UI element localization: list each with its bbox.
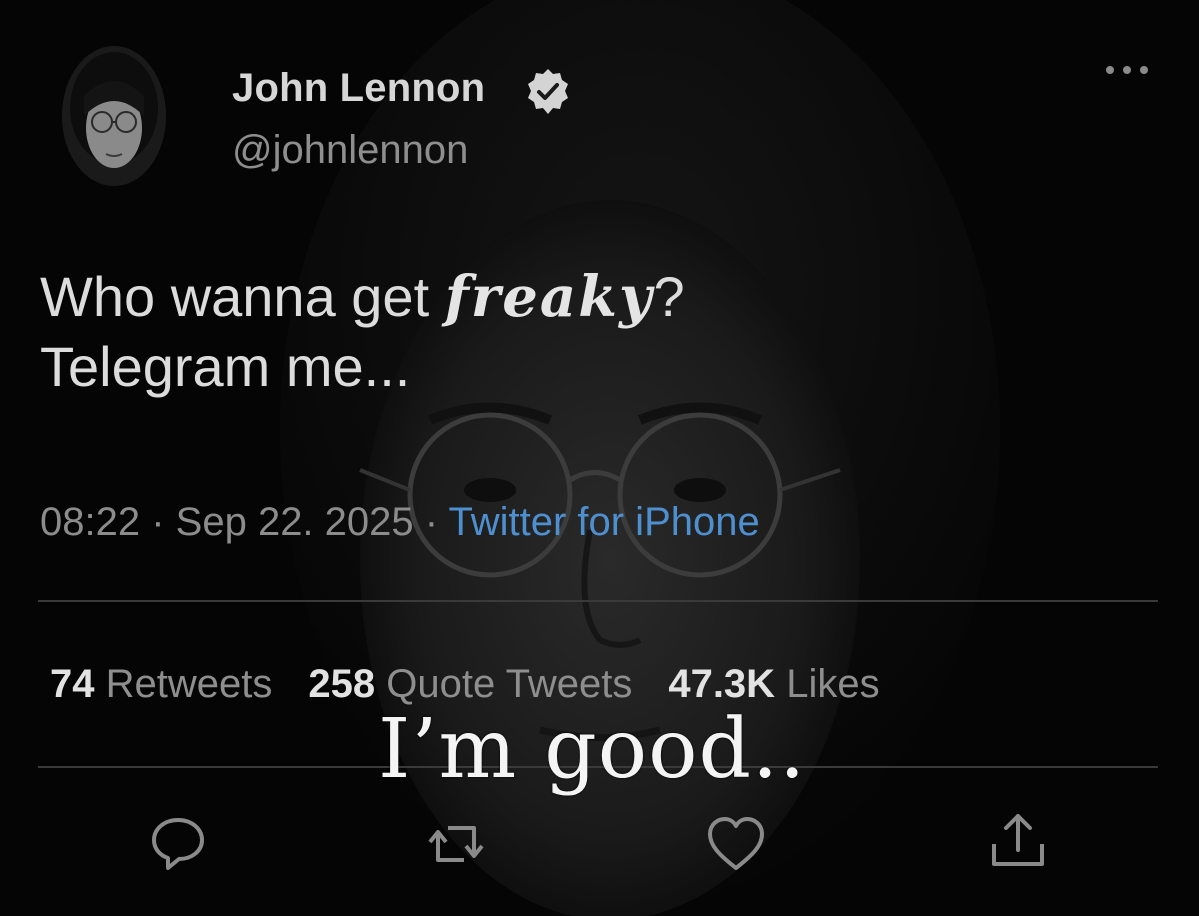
tweet-time: 08:22 [40, 500, 141, 544]
retweets-label: Retweets [105, 662, 273, 706]
tweet-text-emphasis: freaky [444, 264, 654, 330]
likes-count: 47.3K [668, 662, 776, 706]
handle[interactable]: @johnlennon [232, 128, 468, 173]
overlay-caption: I’m good.. [378, 702, 807, 797]
share-icon[interactable] [986, 808, 1050, 872]
reply-icon[interactable] [146, 812, 210, 876]
meta-separator: · [140, 500, 176, 544]
quote-tweets-label: Quote Tweets [386, 662, 633, 706]
meta-separator: · [413, 500, 449, 544]
retweets-stat[interactable]: 74 Retweets [50, 662, 272, 706]
tweet-stats: 74 Retweets 258 Quote Tweets 47.3K Likes [50, 662, 880, 707]
avatar[interactable] [62, 46, 166, 186]
tweet-text-prefix: Who wanna get [40, 265, 445, 328]
likes-label: Likes [786, 662, 880, 706]
tweet-text: Who wanna get freaky? Telegram me... [40, 262, 1040, 402]
divider [38, 600, 1158, 602]
like-icon[interactable] [704, 812, 768, 876]
quote-tweets-count: 258 [308, 662, 376, 706]
avatar-portrait-icon [62, 46, 166, 186]
tweet-date: Sep 22. 2025 [175, 500, 414, 544]
tweet-meta: 08:22 · Sep 22. 2025 · Twitter for iPhon… [40, 500, 760, 545]
tweet-screenshot: John Lennon @johnlennon Who wanna get fr… [0, 0, 1199, 916]
quote-tweets-stat[interactable]: 258 Quote Tweets [308, 662, 632, 706]
retweets-count: 74 [50, 662, 95, 706]
tweet-text-suffix: ? [653, 265, 685, 328]
tweet-source-link[interactable]: Twitter for iPhone [448, 500, 759, 544]
more-options-icon[interactable] [1102, 60, 1152, 80]
retweet-icon[interactable] [424, 812, 488, 876]
verified-badge-icon [528, 69, 568, 114]
likes-stat[interactable]: 47.3K Likes [668, 662, 879, 706]
tweet-text-line2: Telegram me... [40, 335, 411, 398]
display-name[interactable]: John Lennon [232, 66, 485, 111]
